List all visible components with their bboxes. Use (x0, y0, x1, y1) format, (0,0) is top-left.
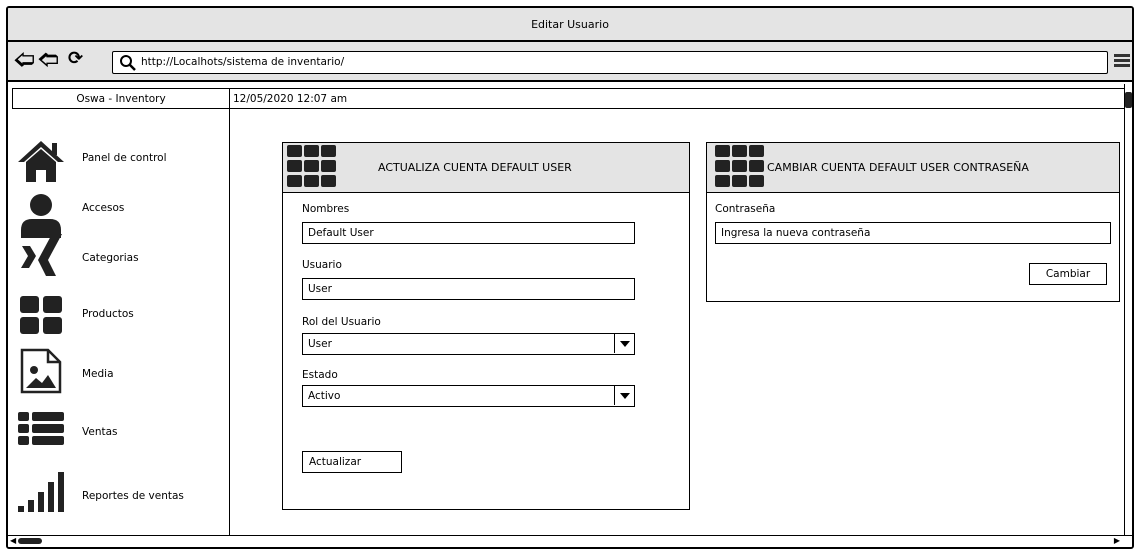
horizontal-scrollbar[interactable]: ◀ ▶ (8, 535, 1132, 547)
sidebar-item-label: Productos (82, 308, 134, 320)
grid-icon (287, 145, 339, 189)
password-label: Contraseña (715, 203, 776, 215)
sidebar-item-reportes-de-ventas[interactable]: Reportes de ventas (12, 468, 230, 520)
hamburger-menu-icon[interactable] (1114, 54, 1130, 68)
address-bar[interactable]: http://Localhots/sistema de inventario/ (112, 51, 1108, 74)
sidebar-item-media[interactable]: Media (12, 348, 230, 400)
search-icon (120, 55, 136, 71)
estado-label: Estado (302, 369, 338, 381)
chevron-down-icon[interactable] (614, 334, 634, 353)
scroll-left-icon[interactable]: ◀ (10, 536, 16, 546)
sidebar-item-label: Media (82, 368, 114, 380)
reload-icon[interactable]: ⟳ (68, 49, 83, 69)
sidebar-item-label: Panel de control (82, 152, 167, 164)
rol-select-value: User (308, 338, 332, 350)
panel-title: ACTUALIZA CUENTA DEFAULT USER (378, 161, 572, 174)
grid-icon (715, 145, 767, 189)
datetime-display: 12/05/2020 12:07 am (229, 88, 1129, 109)
password-input[interactable]: Ingresa la nueva contraseña (715, 222, 1111, 244)
url-text: http://Localhots/sistema de inventario/ (141, 56, 345, 68)
back-arrow-icon[interactable]: 🢠 (14, 49, 35, 69)
nombres-input[interactable]: Default User (302, 222, 635, 244)
usuario-input[interactable]: User (302, 278, 635, 300)
panel-header: CAMBIAR CUENTA DEFAULT USER CONTRASEÑA (707, 143, 1119, 193)
panel-header: ACTUALIZA CUENTA DEFAULT USER (283, 143, 689, 193)
image-icon (20, 348, 62, 394)
sidebar-item-label: Ventas (82, 426, 118, 438)
browser-window: Editar Usuario 🢠 🢢 ⟳ http://Localhots/si… (6, 6, 1134, 549)
list-icon (18, 412, 64, 445)
estado-select-value: Activo (308, 390, 341, 402)
window-title: Editar Usuario (531, 17, 609, 31)
sidebar-item-label: Accesos (82, 202, 125, 214)
scroll-thumb[interactable] (1125, 92, 1132, 108)
change-password-panel: CAMBIAR CUENTA DEFAULT USER CONTRASEÑA C… (706, 142, 1120, 302)
window-titlebar: Editar Usuario (8, 8, 1132, 42)
sidebar-item-categorias[interactable]: Categorias (12, 232, 230, 284)
usuario-label: Usuario (302, 259, 342, 271)
sidebar-item-panel-de-control[interactable]: Panel de control (12, 138, 230, 190)
sidebar-item-productos[interactable]: Productos (12, 292, 230, 344)
cambiar-button[interactable]: Cambiar (1029, 263, 1107, 285)
scroll-thumb[interactable] (18, 538, 42, 544)
sidebar-item-label: Reportes de ventas (82, 490, 184, 502)
chevron-down-icon[interactable] (614, 386, 634, 405)
scroll-right-icon[interactable]: ▶ (1114, 536, 1120, 546)
rol-select[interactable]: User (302, 333, 635, 355)
update-account-panel: ACTUALIZA CUENTA DEFAULT USER Nombres De… (282, 142, 690, 510)
actualizar-button[interactable]: Actualizar (302, 451, 402, 473)
grid-icon (20, 296, 62, 334)
estado-select[interactable]: Activo (302, 385, 635, 407)
home-icon (18, 141, 64, 182)
xing-icon (21, 234, 62, 276)
browser-toolbar: 🢠 🢢 ⟳ http://Localhots/sistema de invent… (8, 42, 1132, 82)
sidebar: Panel de control Accesos Categorias Prod… (12, 108, 230, 535)
sidebar-item-label: Categorias (82, 252, 139, 264)
sidebar-item-ventas[interactable]: Ventas (12, 406, 230, 458)
nombres-label: Nombres (302, 203, 350, 215)
panel-title: CAMBIAR CUENTA DEFAULT USER CONTRASEÑA (767, 161, 1029, 174)
forward-arrow-icon[interactable]: 🢢 (38, 49, 59, 69)
rol-label: Rol del Usuario (302, 316, 381, 328)
vertical-scrollbar[interactable] (1124, 84, 1132, 537)
app-name: Oswa - Inventory (12, 88, 230, 109)
signal-bars-icon (18, 472, 64, 512)
